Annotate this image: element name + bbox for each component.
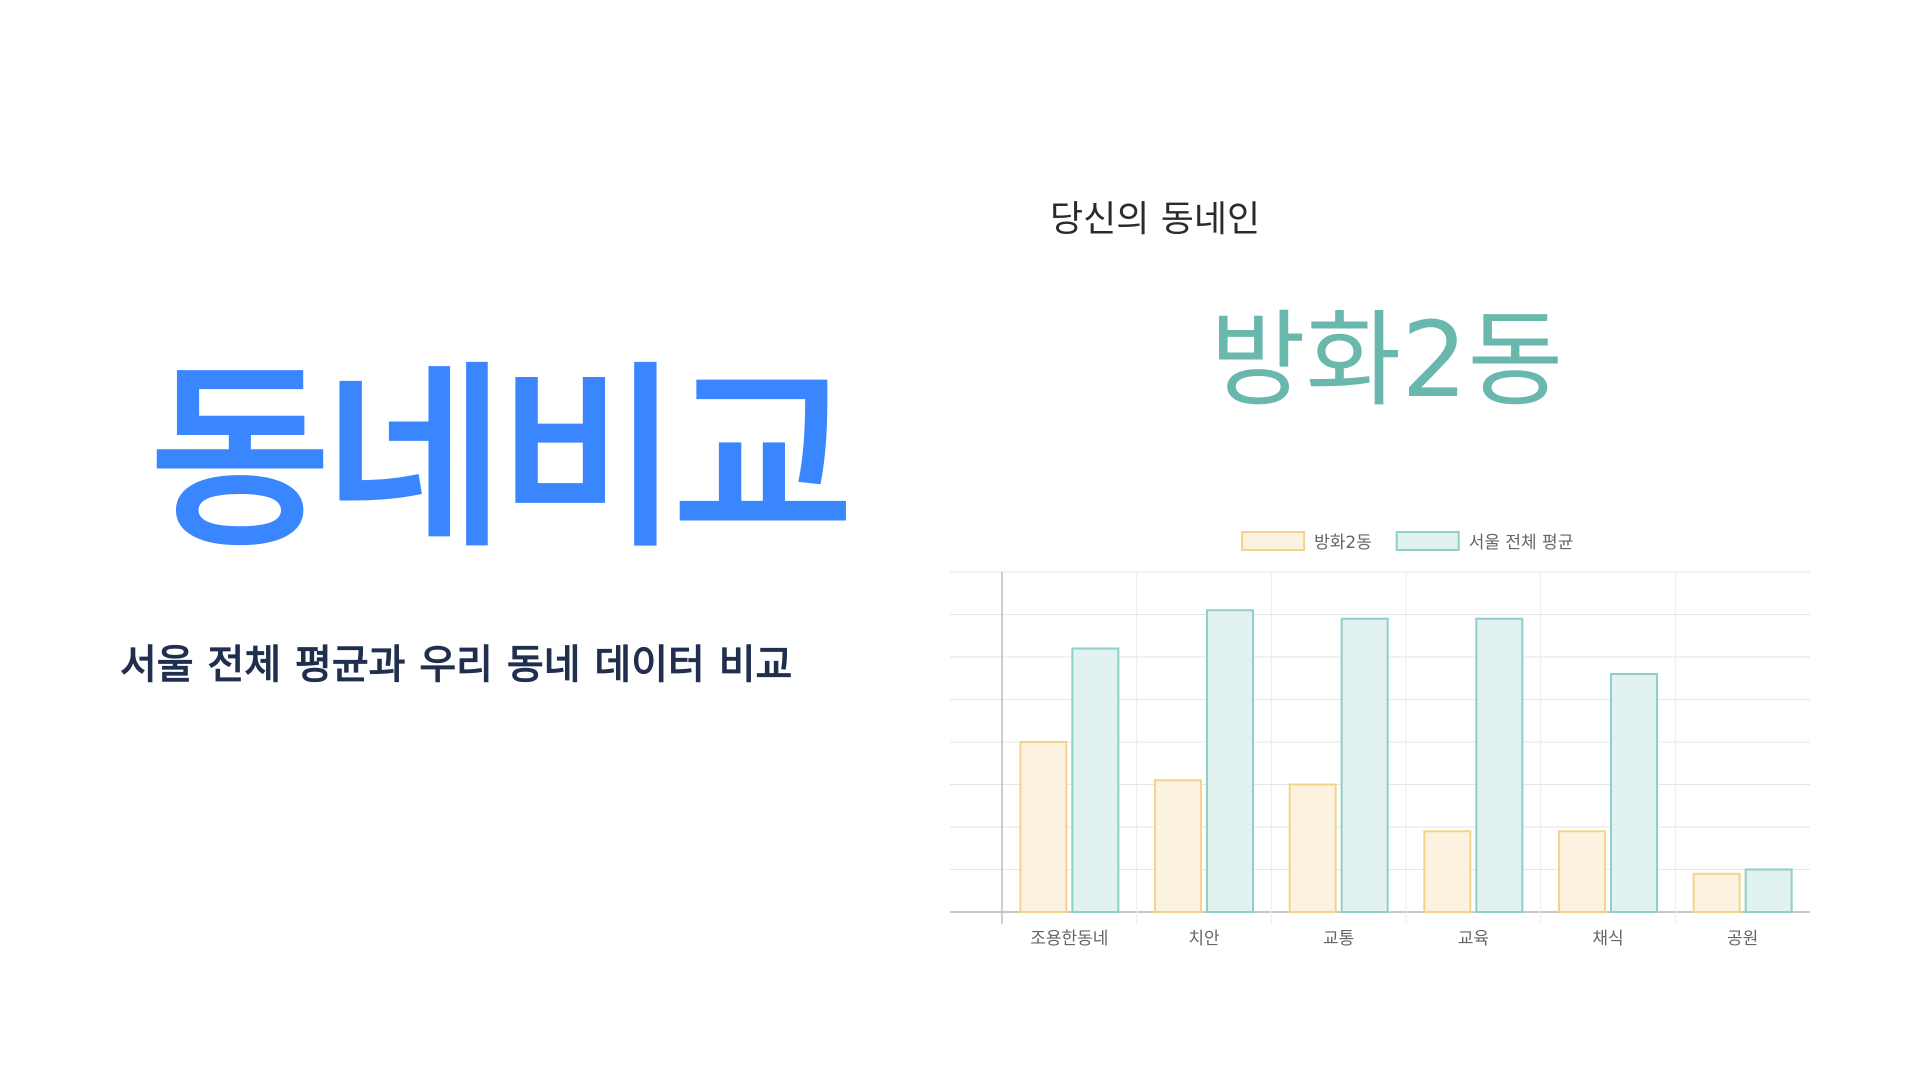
bar-local <box>1019 741 1068 913</box>
legend-label: 방화2동 <box>1314 533 1372 553</box>
legend-swatch <box>1395 531 1460 551</box>
x-tick-label: 교통 <box>1323 929 1354 949</box>
bar-seoul-avg <box>1610 673 1658 913</box>
neighborhood-caption: 당신의 동네인 <box>1050 199 1261 240</box>
bar-local <box>1288 783 1337 913</box>
bar-seoul-avg <box>1475 617 1524 913</box>
bar-local <box>1558 830 1606 913</box>
legend-label: 서울 전체 평균 <box>1469 533 1574 553</box>
x-tick-label: 공원 <box>1727 929 1758 949</box>
bar-local <box>1154 779 1202 913</box>
x-tick-label: 조용한동네 <box>1030 929 1108 949</box>
page-subtitle: 서울 전체 평균과 우리 동네 데이터 비교 <box>120 642 793 688</box>
bar-seoul-avg <box>1744 868 1793 913</box>
comparison-bar-chart: 조용한동네 치안 교통 교육 채식 공원 방화2동 서울 전체 평균 <box>930 520 1810 960</box>
legend-swatch <box>1241 531 1306 551</box>
neighborhood-name: 방화2동 <box>1210 299 1564 421</box>
x-tick-label: 채식 <box>1592 929 1623 949</box>
bar-local <box>1423 830 1472 913</box>
chart-svg: 조용한동네 치안 교통 교육 채식 공원 방화2동 서울 전체 평균 <box>950 531 1810 949</box>
bar-seoul-avg <box>1071 647 1120 913</box>
bar-local <box>1692 872 1741 913</box>
bar-seoul-avg <box>1340 617 1389 913</box>
page-title: 동네비교 <box>150 346 853 574</box>
x-tick-label: 교육 <box>1458 929 1489 949</box>
x-tick-label: 치안 <box>1188 929 1220 949</box>
bar-seoul-avg <box>1206 609 1254 913</box>
